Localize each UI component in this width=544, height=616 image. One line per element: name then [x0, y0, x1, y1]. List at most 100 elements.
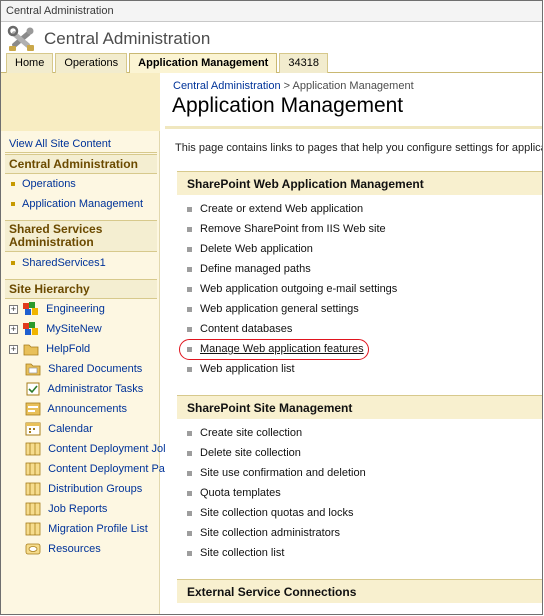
tree-item-engineering[interactable]: + Engineering: [9, 302, 105, 320]
tab-home[interactable]: Home: [6, 53, 54, 73]
link-site-collection-quotas[interactable]: Site collection quotas and locks: [187, 507, 353, 519]
tree-item-label: Resources: [48, 542, 101, 555]
bullet-icon: [11, 182, 15, 187]
list-icon: [25, 502, 41, 516]
title-divider: [165, 126, 542, 129]
bullet-icon: [187, 430, 192, 436]
bullet-icon: [187, 470, 192, 476]
breadcrumb-separator: >: [280, 80, 293, 92]
expand-icon[interactable]: +: [9, 324, 18, 334]
link-create-site-collection[interactable]: Create site collection: [187, 427, 302, 439]
tab-34318[interactable]: 34318: [279, 53, 328, 73]
announcements-icon: [25, 402, 41, 416]
tree-item-label: Announcements: [47, 402, 128, 415]
page-title: Application Management: [172, 94, 404, 117]
bullet-icon: [187, 206, 192, 212]
document-library-icon: [25, 363, 41, 376]
section-header-external-service-connections: External Service Connections: [177, 579, 542, 603]
view-all-site-content-link[interactable]: View All Site Content: [5, 135, 157, 153]
nav-item-operations[interactable]: Operations: [11, 178, 76, 190]
main-content: Central Administration > Application Man…: [161, 73, 543, 614]
tab-application-management[interactable]: Application Management: [129, 53, 278, 73]
nav-item-application-management[interactable]: Application Management: [11, 198, 143, 210]
tree-item-migration-profile-list[interactable]: Migration Profile List: [9, 522, 148, 540]
link-general-settings[interactable]: Web application general settings: [187, 303, 359, 315]
link-label: Site collection quotas and locks: [200, 507, 354, 519]
link-label: Site collection list: [200, 547, 285, 559]
nav-item-label: SharedServices1: [22, 257, 106, 269]
link-remove-sharepoint-from-iis[interactable]: Remove SharePoint from IIS Web site: [187, 223, 386, 235]
link-label: Web application outgoing e-mail settings: [200, 283, 398, 295]
link-define-managed-paths[interactable]: Define managed paths: [187, 263, 311, 275]
site-title[interactable]: Central Administration: [44, 29, 210, 49]
tree-item-calendar[interactable]: Calendar: [9, 422, 93, 440]
site-icon: [23, 302, 39, 315]
bullet-icon: [187, 346, 192, 352]
bullet-icon: [187, 226, 192, 232]
nav-item-label: Operations: [22, 178, 76, 190]
tree-item-resources[interactable]: Resources: [9, 542, 101, 560]
tab-operations[interactable]: Operations: [55, 53, 128, 73]
section-header-site-management: SharePoint Site Management: [177, 395, 542, 419]
nav-header-site-hierarchy[interactable]: Site Hierarchy: [5, 279, 157, 299]
list-icon: [25, 462, 41, 476]
tree-item-shared-documents[interactable]: Shared Documents: [9, 362, 142, 380]
bullet-icon: [187, 246, 192, 252]
link-label: Site collection administrators: [200, 527, 341, 539]
link-delete-site-collection[interactable]: Delete site collection: [187, 447, 301, 459]
link-quota-templates[interactable]: Quota templates: [187, 487, 281, 499]
link-web-application-list[interactable]: Web application list: [187, 363, 295, 375]
breadcrumb-current: Application Management: [292, 80, 414, 92]
link-label: Delete Web application: [200, 243, 313, 255]
link-site-collection-list[interactable]: Site collection list: [187, 547, 284, 559]
link-label: Create or extend Web application: [200, 203, 364, 215]
tree-item-label: Calendar: [48, 422, 93, 435]
tree-item-mysitenew[interactable]: + MySiteNew: [9, 322, 102, 340]
window-title: Central Administration: [6, 5, 114, 17]
link-content-databases[interactable]: Content databases: [187, 323, 292, 335]
tree-item-distribution-groups[interactable]: Distribution Groups: [9, 482, 142, 500]
bullet-icon: [187, 510, 192, 516]
link-create-extend-web-application[interactable]: Create or extend Web application: [187, 203, 363, 215]
bullet-icon: [187, 530, 192, 536]
tree-item-label: Distribution Groups: [48, 482, 143, 495]
tree-item-administrator-tasks[interactable]: Administrator Tasks: [9, 382, 143, 400]
breadcrumb: Central Administration > Application Man…: [173, 80, 414, 92]
link-label: Manage Web application features: [200, 343, 364, 355]
nav-header-central-administration[interactable]: Central Administration: [5, 154, 157, 174]
link-label: Create site collection: [200, 427, 303, 439]
link-site-collection-administrators[interactable]: Site collection administrators: [187, 527, 340, 539]
link-label: Define managed paths: [200, 263, 311, 275]
window-title-strip: Central Administration: [1, 1, 542, 22]
breadcrumb-root-link[interactable]: Central Administration: [173, 80, 281, 92]
expand-icon[interactable]: +: [9, 304, 18, 314]
tree-item-label: HelpFold: [46, 342, 91, 355]
nav-header-shared-services[interactable]: Shared Services Administration: [5, 220, 157, 252]
site-title-bar: Central Administration: [1, 22, 542, 54]
calendar-icon: [25, 422, 41, 436]
tree-item-label: Engineering: [46, 302, 105, 315]
nav-item-sharedservices1[interactable]: SharedServices1: [11, 257, 106, 269]
tree-item-label: Content Deployment Jol: [48, 442, 166, 455]
page-description: This page contains links to pages that h…: [175, 142, 543, 154]
list-icon: [25, 482, 41, 496]
tree-item-label: MySiteNew: [46, 322, 102, 335]
bullet-icon: [187, 266, 192, 272]
tools-icon: [7, 25, 34, 51]
browser-frame: Central Administration Central Administr…: [0, 0, 543, 615]
link-outgoing-email-settings[interactable]: Web application outgoing e-mail settings: [187, 283, 397, 295]
tree-item-content-deployment-jobs[interactable]: Content Deployment Jol: [9, 442, 166, 460]
tree-item-announcements[interactable]: Announcements: [9, 402, 127, 420]
tree-item-helpfold[interactable]: + HelpFold: [9, 342, 90, 360]
left-nav-banner: [1, 73, 160, 131]
link-delete-web-application[interactable]: Delete Web application: [187, 243, 313, 255]
tree-item-content-deployment-paths[interactable]: Content Deployment Pa: [9, 462, 165, 480]
tree-item-label: Migration Profile List: [48, 522, 148, 535]
tree-item-job-reports[interactable]: Job Reports: [9, 502, 107, 520]
bullet-icon: [187, 326, 192, 332]
link-site-use-confirmation[interactable]: Site use confirmation and deletion: [187, 467, 366, 479]
section-header-web-application-management: SharePoint Web Application Management: [177, 171, 542, 195]
tasks-icon: [26, 382, 40, 396]
link-manage-web-application-features[interactable]: Manage Web application features: [187, 343, 364, 355]
expand-icon[interactable]: +: [9, 344, 18, 354]
